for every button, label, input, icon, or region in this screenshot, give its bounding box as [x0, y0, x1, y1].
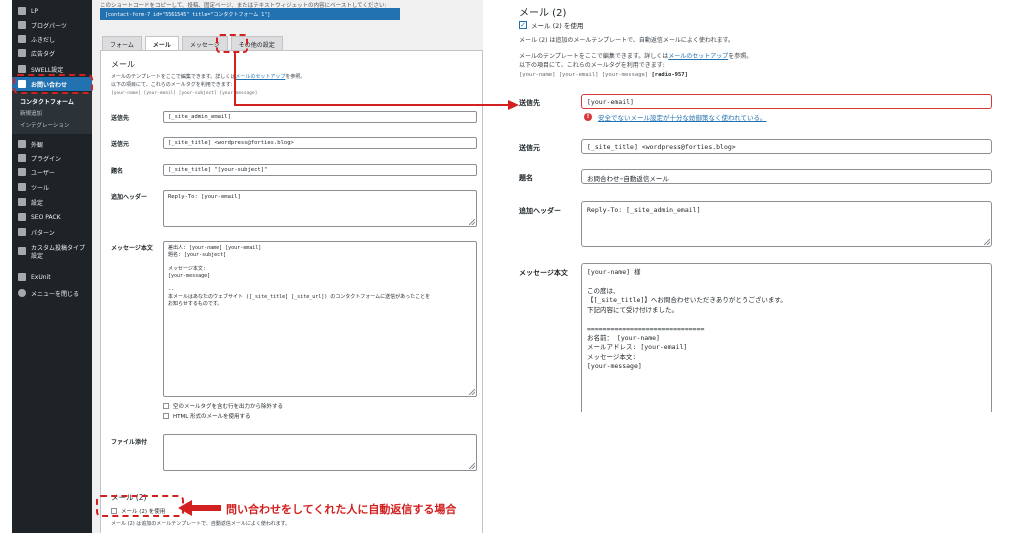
subject-label: 題名 — [111, 168, 124, 175]
submenu-integration[interactable]: インテグレーション — [12, 118, 92, 132]
mail2-heading: メール (2) — [519, 8, 567, 19]
mail2-warning: ! 安全でないメール設定が十分な妨御策なく使われている。 — [584, 112, 766, 122]
mail2-from-label: 送信元 — [519, 144, 540, 152]
body-textarea[interactable]: 差出人: [your-name] [your-email] 題名: [your-… — [163, 241, 477, 397]
mail2-from-input[interactable]: [_site_title] <wordpress@forties.blog> — [581, 139, 992, 154]
resize-grip-icon[interactable] — [469, 463, 475, 469]
sidebar-item-exunit[interactable]: ExUnit — [12, 270, 92, 284]
panel-title: メール — [111, 60, 135, 69]
resize-grip-icon[interactable] — [469, 389, 475, 395]
chart-icon — [18, 273, 26, 281]
mail2-body-label: メッセージ本文 — [519, 269, 568, 277]
sidebar-item-balloon[interactable]: ふきだし — [12, 32, 92, 46]
checkmark-icon[interactable]: ✓ — [519, 21, 527, 29]
panel-desc-2: 以下の項目にて、これらのメールタグを利用できます: — [111, 82, 233, 88]
panel-desc-1: メールのテンプレートをここで編集できます。詳しくはメールのセットアップを参照。 — [111, 74, 306, 80]
mail2-template-desc: メールのテンプレートをここで編集できます。詳しくはメールのセットアップを参照。 — [519, 53, 753, 60]
tab-mail[interactable]: メール — [144, 36, 179, 50]
mail-setup-link[interactable]: メールのセットアップ — [235, 74, 285, 80]
mail2-desc: メール (2) は追加のメールテンプレートで、自動返信メールによく使われます。 — [111, 521, 291, 527]
mail2-to-input[interactable]: [your-email] — [581, 94, 992, 109]
from-input[interactable]: [_site_title] <wordpress@forties.blog> — [163, 137, 477, 149]
mail2-body-textarea[interactable]: [your-name] 様 この度は、 【[_site_title]】へお問合わ… — [581, 263, 992, 412]
mail2-subject-input[interactable]: お問合わせ−自動返信メール — [581, 169, 992, 184]
mail-panel: メール メールのテンプレートをここで編集できます。詳しくはメールのセットアップを… — [100, 50, 483, 533]
sidebar-item-settings[interactable]: 設定 — [12, 195, 92, 209]
sidebar-item-patterns[interactable]: パターン — [12, 225, 92, 239]
stage: LP ブログパーツ ふきだし 広告タグ SWELL設定 お問い合わせ コンタクト… — [0, 0, 1024, 536]
blocks-icon — [18, 21, 26, 29]
exclude-blank-option[interactable]: 空のメールタグを含む行を出力から除外する — [163, 402, 283, 410]
collapse-icon — [18, 289, 26, 297]
sidebar-item-custom-post-type[interactable]: カスタム投稿タイプ設定 — [12, 245, 92, 267]
body-label: メッセージ本文 — [111, 245, 153, 252]
tab-bar: フォーム メール メッセージ その他の設定 — [102, 36, 286, 50]
wrench-icon — [18, 183, 26, 191]
mail2-description: メール (2) は追加のメールテンプレートで、自動返信メールによく使われます。 — [519, 37, 734, 44]
sidebar-item-appearance[interactable]: 外観 — [12, 137, 92, 151]
refresh-icon — [18, 228, 26, 236]
resize-grip-icon[interactable] — [469, 219, 475, 225]
mail2-headers-textarea[interactable]: Reply-To: [_site_admin_email] — [581, 201, 992, 247]
plug-icon — [18, 154, 26, 162]
callout-text: 問い合わせをしてくれた人に自動返信する場合 — [226, 503, 457, 516]
user-icon — [18, 168, 26, 176]
warning-link[interactable]: 安全でないメール設定が十分な妨御策なく使われている。 — [598, 112, 766, 122]
mail2-tags: [your-name] [your-email] [your-message] … — [519, 72, 688, 78]
left-screenshot: LP ブログパーツ ふきだし 広告タグ SWELL設定 お問い合わせ コンタクト… — [12, 0, 483, 533]
main-content: このショートコードをコピーして、投稿、固定ページ、またはテキストウィジェットの内… — [92, 0, 483, 533]
settings-icon — [18, 198, 26, 206]
mail2-setup-link[interactable]: メールのセットアップ — [668, 53, 728, 60]
highlight-mail2-checkbox — [96, 495, 184, 517]
use-html-option[interactable]: HTML 形式のメールを使用する — [163, 412, 251, 420]
highlight-mail-tab — [216, 34, 248, 53]
code-icon — [18, 49, 26, 57]
mail2-use-option-checked[interactable]: ✓ メール (2) を使用 — [519, 20, 583, 30]
seo-icon — [18, 213, 26, 221]
headers-textarea[interactable]: Reply-To: [your-email] — [163, 190, 477, 227]
tab-form[interactable]: フォーム — [102, 36, 142, 50]
mail2-to-label: 送信先 — [519, 99, 540, 107]
shortcode-field[interactable]: [contact-form-7 id="5561545" title="コンタク… — [100, 8, 400, 20]
sidebar-item-users[interactable]: ユーザー — [12, 165, 92, 179]
sidebar-item-ad-tag[interactable]: 広告タグ — [12, 46, 92, 60]
sidebar-item-collapse[interactable]: メニューを閉じる — [12, 286, 92, 300]
mail2-subject-label: 題名 — [519, 174, 533, 182]
sidebar-item-lp[interactable]: LP — [12, 4, 92, 18]
mail2-tags-desc: 以下の項目にて、これらのメールタグを利用できます: — [519, 62, 665, 69]
sidebar-item-plugins[interactable]: プラグイン — [12, 151, 92, 165]
highlight-contact-menu — [13, 74, 93, 94]
to-label: 送信先 — [111, 115, 130, 122]
brush-icon — [18, 140, 26, 148]
speech-bubble-icon — [18, 35, 26, 43]
sidebar-item-tools[interactable]: ツール — [12, 180, 92, 194]
headers-label: 追加ヘッダー — [111, 194, 148, 201]
exclude-blank-checkbox[interactable] — [163, 403, 169, 409]
right-screenshot: メール (2) ✓ メール (2) を使用 メール (2) は追加のメールテンプレ… — [513, 0, 1007, 412]
attachment-textarea[interactable] — [163, 434, 477, 471]
from-label: 送信元 — [111, 141, 130, 148]
sidebar-item-blog-parts[interactable]: ブログパーツ — [12, 18, 92, 32]
gear-icon — [18, 247, 26, 255]
page-icon — [18, 7, 26, 15]
to-input[interactable]: [_site_admin_email] — [163, 111, 477, 123]
mail2-headers-label: 追加ヘッダー — [519, 207, 561, 215]
subject-input[interactable]: [_site_title] "[your-subject]" — [163, 164, 477, 176]
error-icon: ! — [584, 113, 592, 121]
use-html-checkbox[interactable] — [163, 413, 169, 419]
resize-grip-icon[interactable] — [984, 239, 990, 245]
swell-icon — [18, 65, 26, 73]
attachment-label: ファイル添付 — [111, 439, 148, 446]
mail-tags: [your-name] [your-email] [your-subject] … — [111, 91, 258, 96]
sidebar-item-seo-pack[interactable]: SEO PACK — [12, 210, 92, 224]
